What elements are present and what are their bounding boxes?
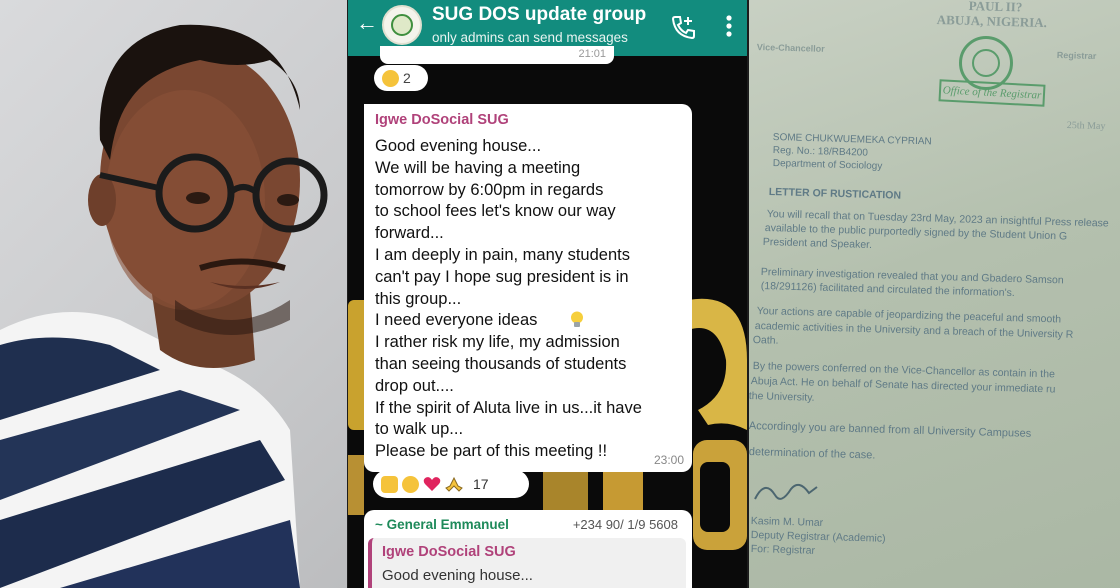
quoted-sender: Igwe DoSocial SUG — [382, 544, 516, 560]
laughing-tears-emoji-icon — [382, 69, 399, 87]
portrait-photo — [0, 24, 328, 588]
whatsapp-screenshot: ← SUG DOS update group only admins can s… — [348, 0, 747, 588]
message-text: Good evening house... We will be having … — [375, 137, 642, 461]
previous-reactions[interactable]: 2 — [374, 65, 428, 91]
previous-message-bubble[interactable]: 21:01 — [380, 46, 614, 64]
signature-icon — [754, 483, 818, 500]
thumbs-up-emoji-icon — [381, 475, 398, 493]
group-avatar[interactable] — [382, 5, 422, 45]
signatory-for: For: Registrar — [750, 543, 816, 557]
group-subtitle: only admins can send messages — [432, 30, 628, 45]
light-bulb-emoji-icon — [571, 311, 583, 327]
photo-panel — [0, 0, 347, 588]
reply-sender[interactable]: ~ General Emmanuel — [375, 517, 509, 532]
previous-message-time: 21:01 — [578, 48, 606, 60]
quoted-message[interactable]: Igwe DoSocial SUG Good evening house... — [368, 538, 686, 588]
reply-sender-phone[interactable]: +234 90/ 1/9 5608 — [573, 517, 678, 532]
letter-date: 25th May — [1066, 120, 1106, 133]
group-name[interactable]: SUG DOS update group — [432, 4, 646, 26]
letter-left-title: Vice-Chancellor — [756, 42, 825, 54]
previous-reaction-count: 2 — [403, 70, 411, 86]
letter-right-title: Registrar — [1056, 50, 1097, 62]
message-time: 23:00 — [653, 453, 684, 467]
letter-para4-line3: the University. — [749, 390, 815, 404]
add-call-icon[interactable] — [670, 14, 696, 40]
reaction-count: 17 — [473, 476, 489, 492]
letter-para3-line3: Oath. — [752, 334, 779, 347]
back-arrow-icon[interactable]: ← — [356, 12, 378, 34]
praying-hands-emoji-icon — [445, 476, 463, 492]
rustication-letter-photo: PAUL II? ABUJA, NIGERIA. Office of the R… — [749, 0, 1120, 588]
quoted-text: Good evening house... — [382, 567, 533, 584]
laughing-tears-emoji-icon — [402, 475, 419, 493]
message-bubble[interactable]: Igwe DoSocial SUG Good evening house... … — [364, 104, 692, 472]
message-sender[interactable]: Igwe DoSocial SUG — [375, 112, 509, 128]
heart-emoji-icon — [423, 477, 441, 491]
letter-city: ABUJA, NIGERIA. — [936, 12, 1048, 31]
signatory-name: Kasim M. Umar — [750, 515, 824, 530]
message-reactions[interactable]: 17 — [373, 470, 529, 498]
reply-message-bubble[interactable]: ~ General Emmanuel +234 90/ 1/9 5608 Igw… — [364, 510, 692, 588]
more-options-icon[interactable] — [725, 13, 733, 39]
